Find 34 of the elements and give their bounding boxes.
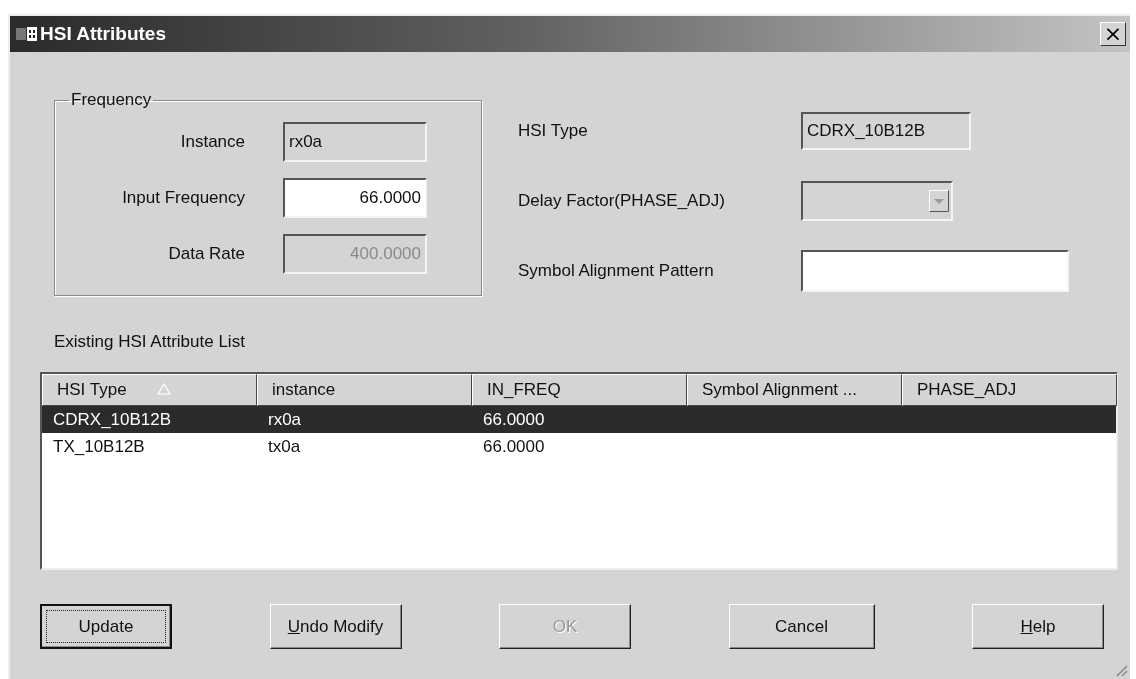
table-cell-text: tx0a <box>267 436 302 457</box>
input-field[interactable]: 66.0000 <box>283 178 427 218</box>
column-header[interactable]: PHASE_ADJ <box>902 374 1117 406</box>
dialog-button[interactable]: Help <box>972 604 1104 649</box>
dialog-button[interactable]: Update <box>40 604 172 649</box>
input-field[interactable] <box>801 250 1069 292</box>
table-cell-text: 66.0000 <box>482 409 546 430</box>
column-header[interactable]: instance <box>257 374 472 406</box>
list-row[interactable]: CDRX_10B12B rx0a 66.0000 <box>42 406 1116 433</box>
field-label: Input Frequency <box>121 188 246 208</box>
dialog-button[interactable]: Undo Modify <box>269 604 402 649</box>
field-label: Delay Factor(PHASE_ADJ) <box>518 191 726 211</box>
input-field[interactable]: rx0a <box>283 122 427 162</box>
app-icon <box>16 26 38 42</box>
group-title: Frequency <box>70 90 153 110</box>
table-cell-text: TX_10B12B <box>52 436 146 457</box>
field-label: Instance <box>179 132 246 152</box>
dialog-button[interactable]: Cancel <box>728 604 875 649</box>
close-button[interactable]: × <box>1100 22 1126 46</box>
table-cell-text: 66.0000 <box>482 436 546 457</box>
column-header[interactable]: IN_FREQ <box>472 374 687 406</box>
list-row[interactable]: TX_10B12B tx0a 66.0000 <box>42 433 1116 460</box>
table-cell-text: CDRX_10B12B <box>52 409 173 430</box>
field-label: Symbol Alignment Pattern <box>518 261 715 281</box>
window-title: HSI Attributes <box>40 23 167 45</box>
field-label: Data Rate <box>167 244 246 264</box>
dropdown-arrow-icon <box>929 190 949 212</box>
table-cell-text: rx0a <box>267 409 303 430</box>
input-field[interactable]: CDRX_10B12B <box>801 112 971 150</box>
list-title: Existing HSI Attribute List <box>54 332 246 353</box>
column-header[interactable]: HSI Type <box>42 374 257 406</box>
resize-grip-icon <box>1114 663 1128 677</box>
field-label: HSI Type <box>518 121 589 141</box>
column-header[interactable]: Symbol Alignment ... <box>687 374 902 406</box>
